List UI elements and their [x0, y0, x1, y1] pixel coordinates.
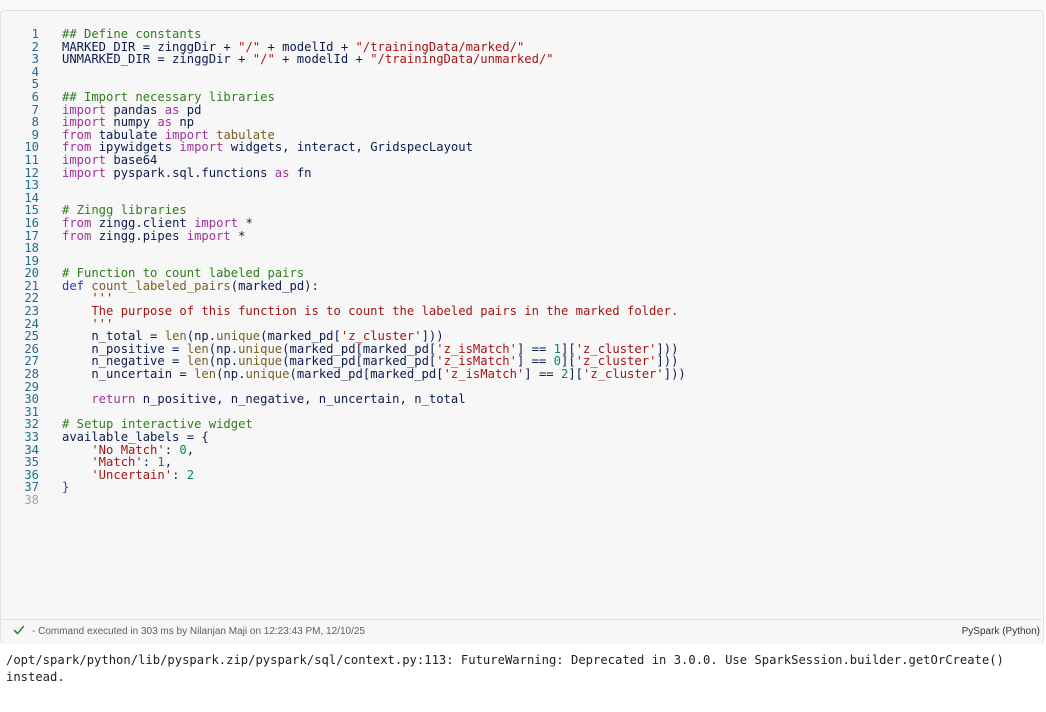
code-token: fn: [289, 165, 312, 180]
code-token: import: [62, 165, 107, 180]
cell-status-bar: - Command executed in 303 ms by Nilanjan…: [2, 619, 1042, 644]
code-line[interactable]: 13: [2, 179, 1042, 192]
code-line[interactable]: 36 'Uncertain': 2: [2, 467, 1042, 482]
code-token: UNMARKED_DIR = zinggDir +: [62, 52, 253, 67]
top-strip: [0, 0, 1046, 10]
code-text[interactable]: 'Uncertain': 2: [62, 467, 195, 482]
line-number: 3: [31, 52, 39, 67]
code-token: len: [194, 367, 217, 382]
code-token: 'z_cluster': [583, 367, 664, 382]
check-icon: [13, 625, 25, 635]
code-token: n_positive, n_negative, n_uncertain, n_t…: [135, 392, 466, 407]
code-text[interactable]: }: [62, 481, 69, 494]
code-token: zingg.pipes: [91, 228, 187, 243]
code-token: import: [186, 228, 231, 243]
code-token: import: [179, 140, 224, 155]
code-token: ])): [663, 367, 686, 382]
code-line[interactable]: 28 n_uncertain = len(np.unique(marked_pd…: [2, 368, 1042, 381]
code-text[interactable]: import pyspark.sql.functions as fn: [62, 165, 312, 180]
language-label[interactable]: PySpark (Python): [962, 626, 1040, 637]
line-number: 38: [24, 492, 39, 507]
line-number: 8: [31, 115, 39, 130]
line-number: 1: [31, 27, 39, 41]
code-text[interactable]: return n_positive, n_negative, n_uncerta…: [62, 392, 466, 407]
line-number: 16: [24, 215, 39, 230]
code-token: 2: [186, 467, 195, 482]
code-line[interactable]: 17 from zingg.pipes import *: [2, 228, 1042, 243]
line-number: 20: [24, 266, 39, 281]
code-token: The purpose of this function is to count…: [62, 304, 679, 319]
code-lines[interactable]: 1 ## Define constants 2 MARKED_DIR = zinggD…: [2, 28, 1042, 507]
line-number: 33: [24, 430, 39, 444]
code-text[interactable]: UNMARKED_DIR = zinggDir + "/" + modelId …: [62, 53, 554, 66]
code-token: ] ==: [524, 367, 561, 382]
code-token: (marked_pd):: [230, 278, 319, 293]
code-text[interactable]: n_uncertain = len(np.unique(marked_pd[ma…: [62, 367, 686, 382]
code-token: *: [230, 228, 246, 243]
code-token: (marked_pd[marked_pd[: [289, 367, 444, 382]
code-line[interactable]: 30 return n_positive, n_negative, n_unce…: [2, 393, 1042, 406]
code-line[interactable]: 3 UNMARKED_DIR = zinggDir + "/" + modelId…: [2, 53, 1042, 66]
cell-output: /opt/spark/python/lib/pyspark.zip/pyspar…: [6, 653, 1012, 684]
code-token: + modelId +: [274, 52, 371, 67]
code-token: n_uncertain =: [62, 367, 195, 382]
line-number: 30: [24, 392, 39, 407]
code-token: :: [172, 467, 187, 482]
line-number: 23: [24, 304, 39, 319]
code-line[interactable]: 4: [2, 66, 1042, 79]
execution-status-text: - Command executed in 303 ms by Nilanjan…: [32, 626, 365, 637]
line-number: 11: [24, 152, 39, 167]
code-line[interactable]: 38: [2, 494, 1042, 507]
code-token: 'z_isMatch': [443, 367, 525, 382]
code-token: from: [62, 228, 92, 243]
code-line[interactable]: 23 The purpose of this function is to co…: [2, 305, 1042, 318]
code-line[interactable]: 10 from ipywidgets import widgets, intera…: [2, 141, 1042, 154]
code-token: unique: [245, 367, 290, 382]
code-text[interactable]: The purpose of this function is to count…: [62, 305, 678, 318]
code-text[interactable]: from zingg.pipes import *: [62, 228, 246, 243]
code-token: }: [62, 480, 70, 495]
line-number: 18: [24, 241, 39, 256]
code-token: ][: [568, 367, 584, 382]
code-editor[interactable]: 1 ## Define constants 2 MARKED_DIR = zinggD…: [2, 12, 1042, 616]
code-line[interactable]: 18: [2, 242, 1042, 255]
code-token: ,: [186, 442, 195, 457]
line-number: 35: [24, 455, 39, 470]
code-token: return: [62, 392, 136, 407]
code-token: "/trainingData/unmarked/": [370, 52, 554, 67]
code-token: widgets, interact, GridspecLayout: [223, 140, 473, 155]
code-line[interactable]: 21 def count_labeled_pairs(marked_pd):: [2, 280, 1042, 293]
code-token: pyspark.sql.functions: [106, 165, 275, 180]
code-line[interactable]: 37}: [2, 481, 1042, 494]
code-line[interactable]: 12 import pyspark.sql.functions as fn: [2, 165, 1042, 180]
notebook-cell[interactable]: 1 ## Define constants 2 MARKED_DIR = zinggD…: [0, 10, 1044, 644]
code-token: 0: [179, 442, 187, 457]
code-token: as: [274, 165, 290, 180]
code-token: "/": [252, 52, 275, 67]
code-token: 'Uncertain': [62, 467, 173, 482]
line-number: 25: [24, 329, 39, 344]
code-token: (np.: [216, 367, 246, 382]
line-number: 28: [24, 367, 39, 382]
line-number: 13: [24, 178, 39, 193]
line-number: 6: [31, 89, 39, 104]
